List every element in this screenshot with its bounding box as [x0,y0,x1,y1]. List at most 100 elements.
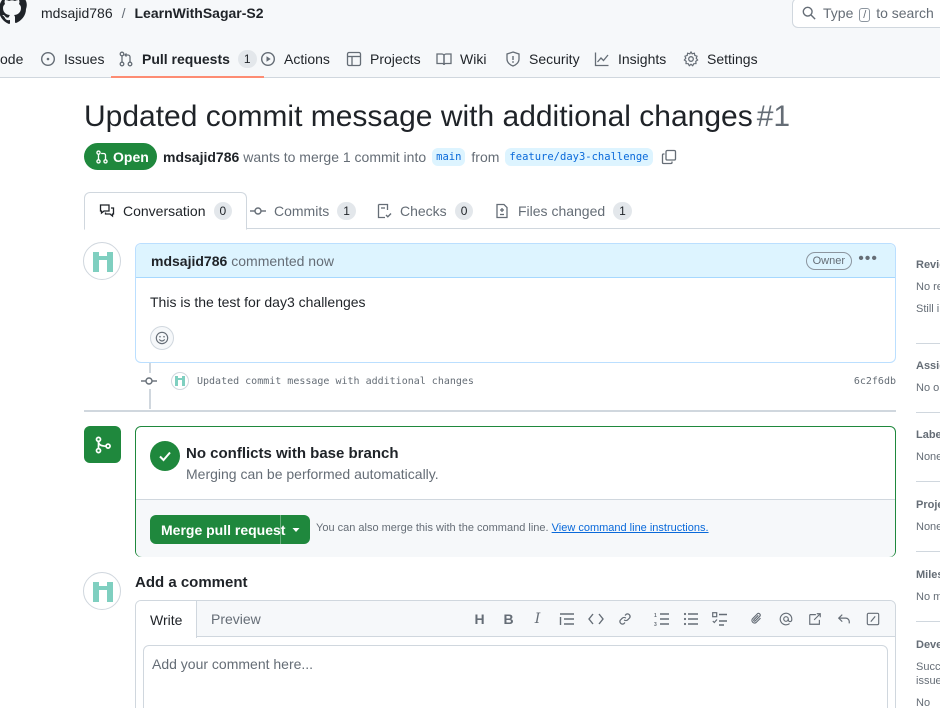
projects-text: None [916,521,940,533]
comment-textarea[interactable]: Add your comment here... [143,645,888,708]
comment-card: mdsajid786 commented now Owner ••• This … [135,243,896,363]
search-input[interactable]: Type / to search [792,0,940,28]
tab-commits[interactable]: Commits 1 [250,192,356,229]
tab-issues[interactable]: Issues [40,40,104,78]
development-heading: Deve [916,639,940,651]
development-text-3: No [916,697,931,708]
editor-header: Write Preview H B I 13 [136,601,895,638]
tab-code[interactable]: ode [0,40,23,78]
heading-icon[interactable]: H [465,610,494,628]
commit-message-link[interactable]: Updated commit message with additional c… [197,376,474,387]
tab-preview[interactable]: Preview [211,601,261,637]
commits-count: 1 [337,201,356,220]
tab-projects-label: Projects [370,51,421,67]
comment-discussion-icon [99,204,115,218]
sidebar-labels[interactable]: Labe None [916,429,940,463]
commit-icon [250,206,266,215]
labels-text: None [916,451,940,463]
commit-author-avatar-icon[interactable] [171,372,189,390]
pr-author-link[interactable]: mdsajid786 [163,149,239,165]
sidebar-development[interactable]: Deve Succe issue No [916,639,940,708]
tab-write[interactable]: Write [136,601,198,638]
search-icon [802,6,816,20]
base-branch[interactable]: main [432,148,466,166]
issue-icon [40,51,56,67]
reviewers-heading: Revie [916,259,940,271]
code-icon[interactable] [581,610,610,628]
task-list-icon[interactable] [705,610,734,628]
repo-name-link[interactable]: LearnWithSagar-S2 [135,5,264,21]
identicon-icon [93,582,113,602]
merge-pull-request-button[interactable]: Merge pull request [150,515,310,544]
bold-icon[interactable]: B [494,610,523,628]
tab-pull-requests[interactable]: Pull requests 1 [111,40,264,78]
reply-icon[interactable] [829,610,858,628]
conversation-count: 0 [213,202,233,220]
merge-options-dropdown[interactable] [281,525,310,535]
git-merge-icon [95,436,111,453]
sidebar-divider [916,412,940,413]
commit-sha-link[interactable]: 6c2f6db [854,376,896,387]
graph-icon [594,52,609,67]
tab-security[interactable]: Security [505,40,580,78]
tab-checks[interactable]: Checks 0 [376,192,474,229]
tab-commits-label: Commits [274,202,330,219]
shield-icon [506,51,520,67]
italic-icon[interactable]: I [523,610,552,628]
pull-requests-count: 1 [237,50,257,68]
tab-conversation[interactable]: Conversation 0 [84,192,248,230]
kebab-menu-icon[interactable]: ••• [858,250,878,268]
mention-icon[interactable] [771,610,800,628]
repo-nav: ode Issues Pull requests 1 Actions Proje… [0,40,940,78]
avatar[interactable] [83,572,121,610]
github-logo-icon[interactable] [0,0,28,26]
merge-status-title: No conflicts with base branch [186,445,399,462]
comment-time[interactable]: commented now [231,253,334,269]
tab-insights[interactable]: Insights [594,40,666,78]
sidebar-assignees[interactable]: Assig No o [916,360,940,394]
tab-settings[interactable]: Settings [683,40,758,78]
merge-status-icon [84,426,121,463]
avatar[interactable] [83,242,121,280]
file-diff-icon [496,203,508,218]
tab-files-changed[interactable]: Files changed 1 [494,192,632,229]
search-placeholder-pre: Type [823,5,854,21]
tab-code-label: ode [0,51,24,67]
link-icon[interactable] [610,610,639,628]
checks-count: 0 [454,201,474,220]
pr-sidebar: Revie No re Still i Assig No o Labe None… [916,230,940,708]
head-branch[interactable]: feature/day3-challenge [505,148,653,166]
quote-icon[interactable] [552,610,581,628]
sidebar-projects[interactable]: Proje None [916,499,940,533]
tab-checks-label: Checks [400,202,447,219]
comment-editor: Write Preview H B I 13 Add your comment … [135,600,896,708]
cross-reference-icon[interactable] [800,610,829,628]
ordered-list-icon[interactable]: 13 [647,610,676,628]
merge-note: You can also merge this with the command… [316,522,709,534]
tab-actions-label: Actions [284,51,330,67]
pr-meta: mdsajid786 wants to merge 1 commit into … [163,148,677,166]
add-reaction-button[interactable] [150,326,174,350]
paperclip-icon[interactable] [742,610,771,628]
book-icon [436,53,452,66]
sidebar-milestone[interactable]: Miles No m [916,569,940,603]
files-changed-count: 1 [613,201,632,220]
table-icon [346,51,362,67]
status-label: Open [113,148,149,165]
smiley-icon [155,331,169,345]
tab-settings-label: Settings [707,51,758,67]
command-line-instructions-link[interactable]: View command line instructions. [552,522,709,534]
unordered-list-icon[interactable] [676,610,705,628]
sidebar-reviewers[interactable]: Revie No re Still i [916,259,940,315]
slash-command-icon[interactable] [858,610,887,628]
sidebar-divider [916,343,940,344]
copy-icon[interactable] [661,149,677,165]
milestone-heading: Miles [916,569,940,581]
comment-author-link[interactable]: mdsajid786 [151,253,227,269]
tab-actions[interactable]: Actions [260,40,330,78]
repo-header: mdsajid786 / LearnWithSagar-S2 Type / to s… [0,0,940,78]
tab-wiki[interactable]: Wiki [436,40,486,78]
repo-owner-link[interactable]: mdsajid786 [41,5,113,21]
tab-projects[interactable]: Projects [346,40,421,78]
merge-button-label: Merge pull request [150,515,285,544]
